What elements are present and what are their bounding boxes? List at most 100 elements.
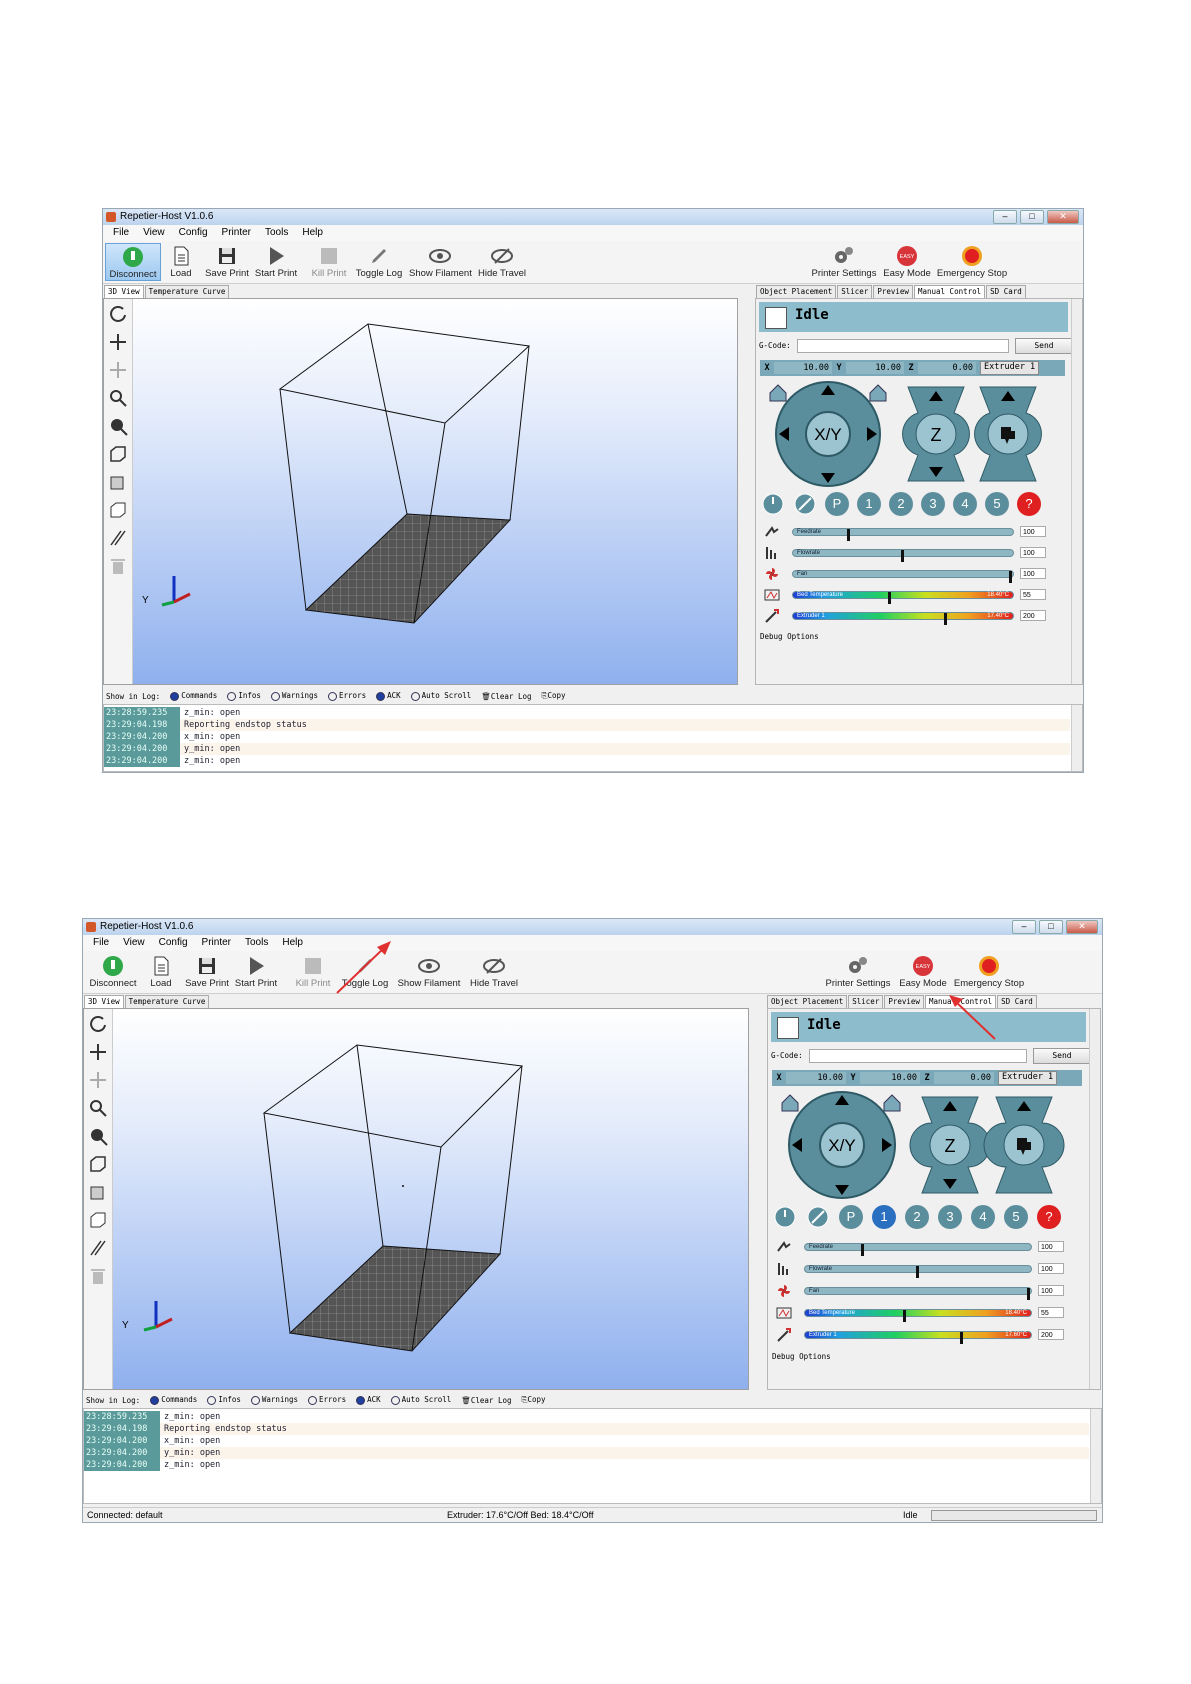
help-button[interactable]: ?: [1017, 492, 1041, 516]
preset-1-button[interactable]: 1: [857, 492, 881, 516]
fan-slider-thumb[interactable]: [1027, 1288, 1030, 1300]
tab-3d-view[interactable]: 3D View: [104, 285, 144, 298]
feedrate-input[interactable]: 100: [1038, 1241, 1064, 1252]
flowrate-slider[interactable]: Flowrate: [804, 1265, 1032, 1278]
close-button[interactable]: ✕: [1066, 920, 1098, 934]
flowrate-slider-thumb[interactable]: [901, 550, 904, 562]
menu-tools[interactable]: Tools: [265, 225, 288, 241]
menu-printer[interactable]: Printer: [202, 935, 231, 951]
debug-options-label[interactable]: Debug Options: [760, 632, 819, 641]
menu-printer[interactable]: Printer: [222, 225, 251, 241]
log-commands-option[interactable]: Commands: [170, 691, 217, 701]
toggle-log-button[interactable]: Toggle Log: [353, 243, 405, 281]
move-icon[interactable]: [88, 1042, 108, 1062]
load-button[interactable]: Load: [165, 243, 197, 281]
extruder-temperature-input[interactable]: 200: [1038, 1329, 1064, 1340]
log-autoscroll-option[interactable]: Auto Scroll: [390, 1395, 451, 1405]
home-y-icon[interactable]: [883, 1094, 901, 1112]
flowrate-slider[interactable]: Flowrate: [792, 549, 1014, 562]
printer-settings-button[interactable]: Printer Settings: [823, 953, 893, 991]
emergency-stop-button[interactable]: Emergency Stop: [951, 953, 1027, 991]
preset-3-button[interactable]: 3: [921, 492, 945, 516]
menu-view[interactable]: View: [123, 935, 145, 951]
zoom-icon[interactable]: [88, 1098, 108, 1118]
minimize-button[interactable]: –: [1012, 920, 1036, 934]
log-infos-option[interactable]: Infos: [207, 1395, 241, 1405]
panel-scrollbar[interactable]: [1071, 299, 1082, 684]
hide-travel-button[interactable]: Hide Travel: [475, 243, 529, 281]
kill-print-button[interactable]: Kill Print: [293, 953, 333, 991]
fan-slider-thumb[interactable]: [1009, 571, 1012, 583]
preset-1-button[interactable]: 1: [872, 1205, 896, 1229]
trash-icon[interactable]: [88, 1266, 108, 1286]
fan-slider[interactable]: Fan: [804, 1287, 1032, 1300]
bed-temperature-thumb[interactable]: [902, 1310, 906, 1322]
move-object-icon[interactable]: [88, 1070, 108, 1090]
clear-log-button[interactable]: 🗑Clear Log: [461, 1396, 511, 1405]
menu-config[interactable]: Config: [179, 225, 208, 241]
top-view-icon[interactable]: [88, 1210, 108, 1230]
log-area[interactable]: 23:28:59.235 z_min: open 23:29:04.198 Repo…: [83, 1408, 1102, 1504]
3d-viewport[interactable]: Y: [83, 1008, 749, 1390]
preset-4-button[interactable]: 4: [953, 492, 977, 516]
extruder-temperature-thumb[interactable]: [944, 613, 948, 625]
maximize-button[interactable]: □: [1020, 210, 1044, 224]
kill-print-button[interactable]: Kill Print: [309, 243, 349, 281]
show-filament-button[interactable]: Show Filament: [409, 243, 472, 281]
preset-4-button[interactable]: 4: [971, 1205, 995, 1229]
bed-temperature-input[interactable]: 55: [1038, 1307, 1064, 1318]
minimize-button[interactable]: –: [993, 210, 1017, 224]
tab-object-placement[interactable]: Object Placement: [767, 995, 848, 1008]
preset-5-button[interactable]: 5: [1004, 1205, 1028, 1229]
start-print-button[interactable]: Start Print: [233, 953, 279, 991]
gcode-input[interactable]: [809, 1049, 1027, 1063]
feedrate-slider[interactable]: Feedrate: [804, 1243, 1032, 1256]
load-button[interactable]: Load: [145, 953, 177, 991]
tab-temperature-curve[interactable]: Temperature Curve: [144, 285, 230, 298]
front-view-icon[interactable]: [108, 472, 128, 492]
clear-log-button[interactable]: 🗑Clear Log: [481, 692, 531, 701]
hide-travel-button[interactable]: Hide Travel: [467, 953, 521, 991]
home-x-icon[interactable]: [781, 1094, 799, 1112]
isometric-view-icon[interactable]: [88, 1154, 108, 1174]
home-x-icon[interactable]: [769, 384, 787, 402]
feedrate-slider-thumb[interactable]: [860, 1244, 864, 1256]
panel-scrollbar[interactable]: [1089, 1009, 1100, 1389]
extruder-select[interactable]: Extruder 1: [980, 361, 1040, 375]
tab-temperature-curve[interactable]: Temperature Curve: [124, 995, 210, 1008]
disconnect-button[interactable]: Disconnect: [105, 243, 161, 281]
bed-temperature-input[interactable]: 55: [1020, 589, 1046, 600]
gcode-input[interactable]: [797, 339, 1009, 353]
tab-preview[interactable]: Preview: [884, 995, 924, 1008]
menu-config[interactable]: Config: [159, 935, 188, 951]
log-ack-option[interactable]: ACK: [376, 691, 401, 701]
extruder-temperature-slider[interactable]: Extruder 1 17.60°C: [804, 1331, 1032, 1344]
move-object-icon[interactable]: [108, 360, 128, 380]
extruder-select[interactable]: Extruder 1: [998, 1071, 1058, 1085]
log-scrollbar[interactable]: [1071, 705, 1082, 771]
log-scrollbar[interactable]: [1090, 1409, 1101, 1503]
save-print-button[interactable]: Save Print: [205, 243, 249, 281]
preset-5-button[interactable]: 5: [985, 492, 1009, 516]
copy-log-button[interactable]: ⎘Copy: [542, 691, 566, 701]
power-icon[interactable]: [761, 492, 785, 516]
debug-options-label[interactable]: Debug Options: [772, 1352, 831, 1361]
feedrate-input[interactable]: 100: [1020, 526, 1046, 537]
extruder-temperature-input[interactable]: 200: [1020, 610, 1046, 621]
tab-preview[interactable]: Preview: [873, 285, 913, 298]
parallel-lines-icon[interactable]: [108, 528, 128, 548]
top-view-icon[interactable]: [108, 500, 128, 520]
tab-sd-card[interactable]: SD Card: [997, 995, 1037, 1008]
home-y-icon[interactable]: [869, 384, 887, 402]
tab-3d-view[interactable]: 3D View: [84, 995, 124, 1008]
bed-temperature-slider[interactable]: Bed Temperature 18.40°C: [792, 591, 1014, 604]
bed-temperature-thumb[interactable]: [888, 592, 892, 604]
preset-p-button[interactable]: P: [825, 492, 849, 516]
log-autoscroll-option[interactable]: Auto Scroll: [410, 691, 471, 701]
log-area[interactable]: 23:28:59.235 z_min: open 23:29:04.198 Repo…: [103, 704, 1083, 772]
easy-mode-button[interactable]: EASY Easy Mode: [881, 243, 933, 281]
tab-manual-control[interactable]: Manual Control: [913, 285, 986, 298]
trash-icon[interactable]: [108, 556, 128, 576]
log-ack-option[interactable]: ACK: [356, 1395, 381, 1405]
close-button[interactable]: ✕: [1047, 210, 1079, 224]
